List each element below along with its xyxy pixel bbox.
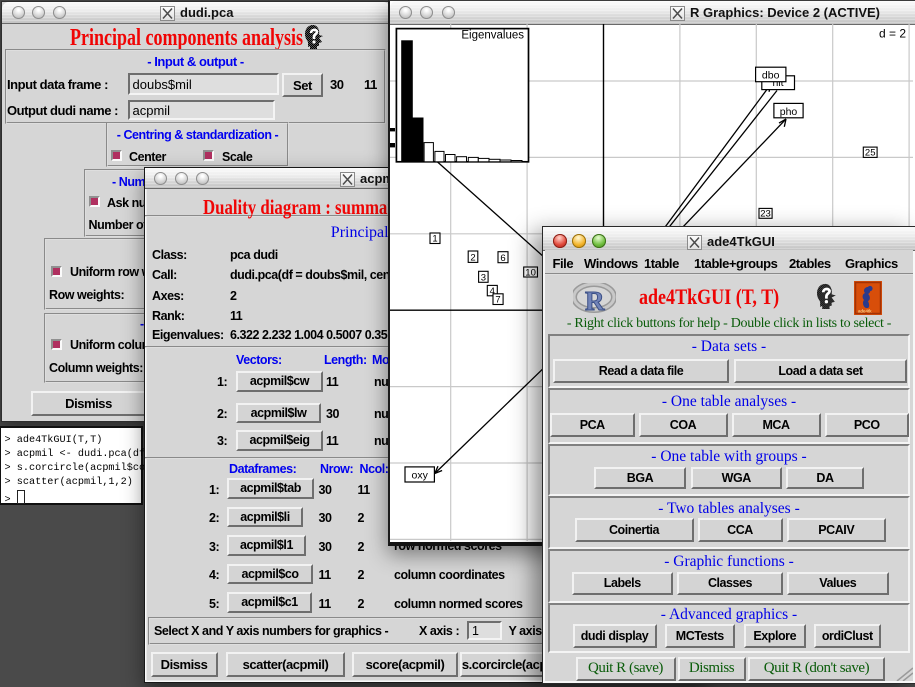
svg-text:R: R xyxy=(585,286,605,316)
svg-text:3: 3 xyxy=(481,272,486,283)
svg-text:pho: pho xyxy=(780,105,798,117)
svg-text:ade4tk: ade4tk xyxy=(858,309,872,314)
svg-text:23: 23 xyxy=(760,208,771,219)
svg-text:d = 2: d = 2 xyxy=(879,26,906,40)
svg-text:2: 2 xyxy=(470,252,475,263)
svg-text:oxy: oxy xyxy=(412,469,429,481)
svg-text:10: 10 xyxy=(525,267,536,278)
svg-text:7: 7 xyxy=(495,294,500,305)
svg-text:dbo: dbo xyxy=(762,69,780,81)
svg-text:Eigenvalues: Eigenvalues xyxy=(461,29,524,41)
svg-text:25: 25 xyxy=(865,147,876,158)
svg-text:1: 1 xyxy=(432,233,437,244)
svg-text:6: 6 xyxy=(500,253,505,264)
